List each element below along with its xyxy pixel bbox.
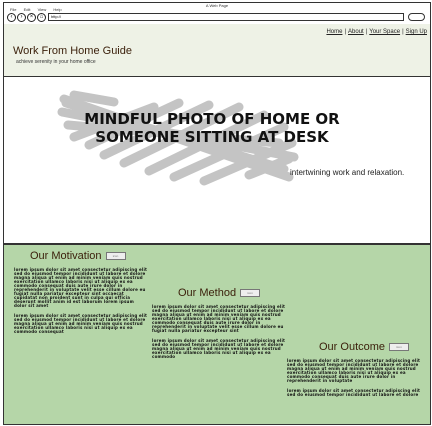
window-title: A Web Page bbox=[205, 3, 229, 8]
paragraph: lorem ipsum dolor sit amet consectetur a… bbox=[152, 304, 286, 333]
section-method: Our Method icon lorem ipsum dolor sit am… bbox=[152, 287, 286, 365]
nav-sign-up[interactable]: Sign Up bbox=[406, 29, 427, 35]
content-area: Our Motivation icon lorem ipsum dolor si… bbox=[4, 244, 430, 424]
image-placeholder-icon: icon bbox=[240, 289, 261, 297]
section-outcome: Our Outcome icon lorem ipsum dolor sit a… bbox=[287, 341, 421, 403]
paragraph: lorem ipsum dolor sit amet consectetur a… bbox=[14, 267, 148, 308]
stop-icon[interactable]: × bbox=[27, 13, 36, 22]
nav-home[interactable]: Home bbox=[326, 29, 342, 35]
section-title: Our Motivation bbox=[30, 250, 102, 262]
paragraph: lorem ipsum dolor sit amet consectetur a… bbox=[152, 338, 286, 359]
nav-separator: | bbox=[344, 29, 347, 35]
hero-image-caption: MINDFUL PHOTO OF HOME OR SOMEONE SITTING… bbox=[84, 110, 340, 146]
section-body: lorem ipsum dolor sit amet consectetur a… bbox=[152, 305, 286, 359]
scribble-placeholder-icon bbox=[57, 90, 299, 186]
nav-separator: | bbox=[402, 29, 404, 35]
hero-image-placeholder: MINDFUL PHOTO OF HOME OR SOMEONE SITTING… bbox=[4, 77, 430, 244]
paragraph: lorem ipsum dolor sit amet consectetur a… bbox=[14, 313, 148, 334]
section-title: Our Outcome bbox=[319, 341, 386, 353]
nav-about[interactable]: About bbox=[348, 29, 364, 35]
section-body: lorem ipsum dolor sit amet consectetur a… bbox=[287, 359, 421, 397]
section-motivation: Our Motivation icon lorem ipsum dolor si… bbox=[14, 250, 148, 340]
top-nav: Home | About | Your Space | Sign Up bbox=[326, 29, 427, 35]
hero-subtitle: intertwining work and relaxation. bbox=[290, 168, 405, 177]
section-title: Our Method bbox=[178, 287, 237, 299]
search-button[interactable] bbox=[408, 13, 425, 21]
image-placeholder-icon: icon bbox=[105, 252, 126, 260]
tagline: achieve serenity in your home office bbox=[16, 59, 96, 65]
site-header: Home | About | Your Space | Sign Up Work From … bbox=[4, 24, 430, 77]
nav-your-space[interactable]: Your Space bbox=[369, 29, 400, 35]
back-icon[interactable]: ‹ bbox=[7, 13, 16, 22]
forward-icon[interactable]: › bbox=[17, 13, 26, 22]
url-input[interactable]: http:// bbox=[48, 13, 404, 21]
home-icon[interactable]: ⌂ bbox=[37, 13, 46, 22]
paragraph: lorem ipsum dolor sit amet consectetur a… bbox=[287, 358, 421, 383]
image-placeholder-icon: icon bbox=[389, 343, 410, 351]
site-title[interactable]: Work From Home Guide bbox=[13, 45, 132, 57]
section-body: lorem ipsum dolor sit amet consectetur a… bbox=[14, 268, 148, 334]
browser-window: A Web Page File Edit View Help ‹ › × ⌂ h… bbox=[3, 2, 431, 425]
nav-separator: | bbox=[365, 29, 368, 35]
paragraph: lorem ipsum dolor sit amet consectetur a… bbox=[287, 388, 421, 397]
